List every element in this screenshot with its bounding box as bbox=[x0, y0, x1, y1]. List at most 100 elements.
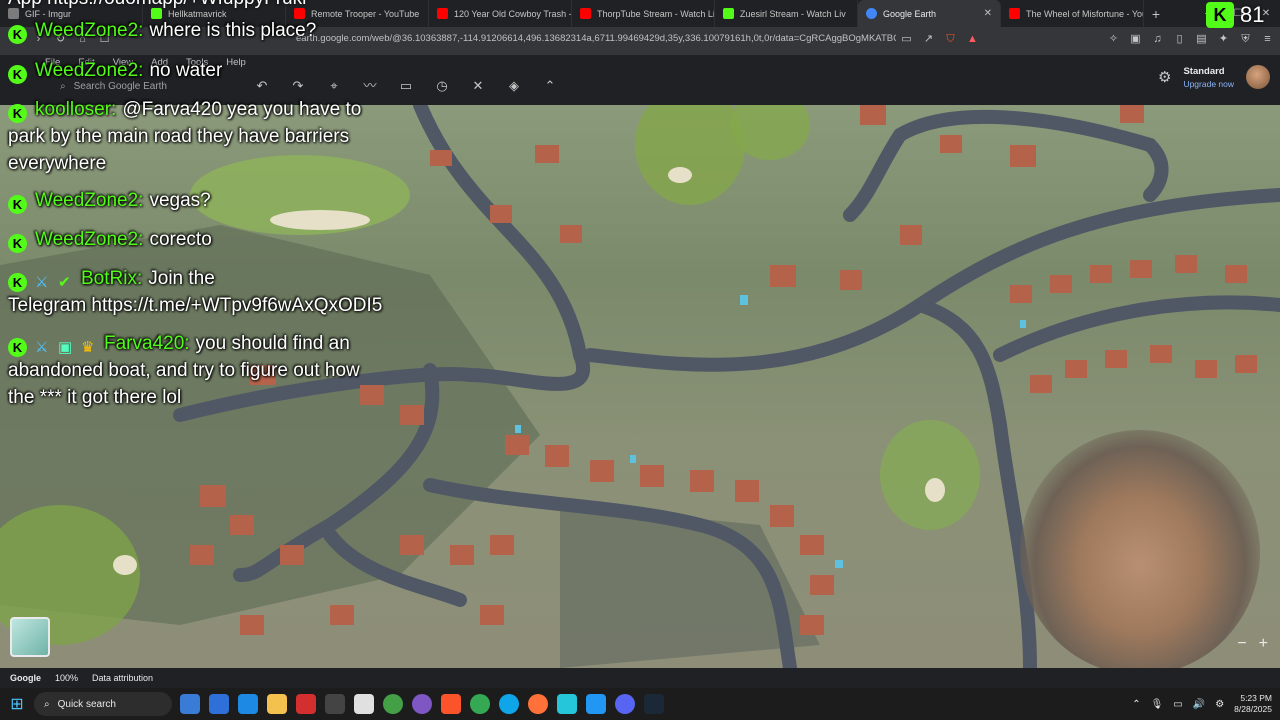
settings-icon[interactable]: ⚙ bbox=[1215, 699, 1224, 710]
tab-label: Google Earth bbox=[883, 8, 937, 19]
measure-icon[interactable]: ▭ bbox=[394, 75, 418, 97]
vpn-icon[interactable]: ⛨ bbox=[1239, 33, 1252, 46]
google-earth-favicon-icon bbox=[866, 8, 877, 19]
brave-shield-icon[interactable]: ⛉ bbox=[944, 33, 957, 46]
tab-favicon-icon bbox=[1009, 8, 1020, 19]
file-explorer-icon[interactable] bbox=[267, 694, 287, 714]
chat-message: Kkoolloser: @Farva420 yea you have to par… bbox=[8, 96, 361, 177]
zoom-in-button[interactable]: + bbox=[1259, 635, 1268, 653]
app-icon[interactable] bbox=[383, 694, 403, 714]
tools-icon[interactable]: ✕ bbox=[466, 75, 490, 97]
chat-text: Join the bbox=[148, 268, 215, 289]
plan-label: Standard bbox=[1183, 65, 1225, 77]
cast-icon[interactable]: ▭ bbox=[900, 33, 913, 46]
tab-favicon-icon bbox=[437, 8, 448, 19]
leo-icon[interactable]: ✦ bbox=[1217, 33, 1230, 46]
edge-icon[interactable] bbox=[499, 694, 519, 714]
tab-label: Zuesirl Stream - Watch Liv bbox=[740, 8, 846, 19]
app-icon[interactable] bbox=[557, 694, 577, 714]
brave-rewards-icon[interactable]: ▲ bbox=[966, 33, 979, 46]
windows-start-icon[interactable]: ⊞ bbox=[2, 694, 32, 714]
crown-badge-icon: ♛ bbox=[81, 339, 95, 356]
data-attribution-link[interactable]: Data attribution bbox=[92, 673, 153, 683]
upgrade-link[interactable]: Upgrade now bbox=[1183, 79, 1234, 89]
chat-text-cont: park by the main road they have barriers bbox=[8, 126, 350, 147]
close-tab-icon[interactable]: ✕ bbox=[984, 8, 992, 19]
tab-cowboy-trash[interactable]: 120 Year Old Cowboy Trash - Y bbox=[429, 0, 572, 27]
clock[interactable]: 5:23 PM 8/28/2025 bbox=[1234, 693, 1272, 715]
redo-icon[interactable]: ↷ bbox=[286, 75, 310, 97]
avatar[interactable] bbox=[1246, 65, 1270, 89]
chat-text-cont: abandoned boat, and try to figure out ho… bbox=[8, 360, 360, 381]
wallet-icon[interactable]: ▤ bbox=[1195, 33, 1208, 46]
kick-badge-icon: K bbox=[8, 104, 27, 123]
tab-favicon-icon bbox=[723, 8, 734, 19]
menu-help[interactable]: Help bbox=[226, 57, 246, 68]
zoom-out-button[interactable]: − bbox=[1237, 635, 1246, 653]
zoom-level: 100% bbox=[55, 673, 79, 683]
history-icon[interactable]: ◷ bbox=[430, 75, 454, 97]
sword-badge-icon: ⚔ bbox=[35, 274, 49, 291]
tab-zuesirl[interactable]: Zuesirl Stream - Watch Liv bbox=[715, 0, 858, 27]
kick-badge-icon: K bbox=[8, 338, 27, 357]
tab-label: ThorpTube Stream - Watch Liv bbox=[597, 8, 715, 19]
layers-icon[interactable]: ◈ bbox=[502, 75, 526, 97]
brave-icon[interactable] bbox=[441, 694, 461, 714]
undo-icon[interactable]: ↶ bbox=[250, 75, 274, 97]
google-logo: Google bbox=[10, 673, 41, 683]
tab-label: Remote Trooper - YouTube bbox=[311, 8, 420, 19]
clock-date: 8/28/2025 bbox=[1234, 704, 1272, 714]
taskbar-search-label: Quick search bbox=[57, 698, 116, 710]
tab-favicon-icon bbox=[580, 8, 591, 19]
chat-text-cont: Telegram https://t.me/+WTpv9f6wAxQxODI5 bbox=[8, 295, 383, 316]
firefox-icon[interactable] bbox=[528, 694, 548, 714]
app-icon[interactable] bbox=[296, 694, 316, 714]
screenshot-icon[interactable]: ▣ bbox=[1129, 33, 1142, 46]
placemark-icon[interactable]: ⌖ bbox=[322, 75, 346, 97]
app-icon[interactable] bbox=[180, 694, 200, 714]
tab-thorptube[interactable]: ThorpTube Stream - Watch Liv bbox=[572, 0, 715, 27]
clock-time: 5:23 PM bbox=[1240, 693, 1272, 703]
chrome-icon[interactable] bbox=[470, 694, 490, 714]
viewer-count: K 81 bbox=[1206, 2, 1264, 28]
chat-text: no water bbox=[149, 60, 223, 81]
tab-google-earth[interactable]: Google Earth ✕ bbox=[858, 0, 1001, 27]
system-tray: ⌃ 🎙 ▭ 🔊 ⚙ 5:23 PM 8/28/2025 bbox=[1132, 688, 1272, 720]
app-icon[interactable] bbox=[354, 694, 374, 714]
app-icon[interactable] bbox=[412, 694, 432, 714]
chat-text: where is this place? bbox=[149, 20, 317, 41]
kick-badge-icon: K bbox=[8, 25, 27, 44]
gear-icon[interactable]: ⚙ bbox=[1158, 68, 1171, 86]
display-icon[interactable]: ▭ bbox=[1173, 699, 1182, 710]
extension-icon[interactable]: ✧ bbox=[1107, 33, 1120, 46]
discord-icon[interactable] bbox=[615, 694, 635, 714]
zoom-controls: − + bbox=[1237, 635, 1268, 653]
new-tab-button[interactable]: + bbox=[1144, 6, 1168, 22]
media-icon[interactable]: ♫ bbox=[1151, 33, 1164, 46]
chat-message: K WeedZone2: vegas? bbox=[8, 187, 211, 214]
account-area: ⚙ Standard Upgrade now bbox=[1158, 65, 1270, 89]
kick-badge-icon: K bbox=[8, 273, 27, 292]
chevron-up-icon[interactable]: ⌃ bbox=[1132, 699, 1140, 710]
app-icon[interactable] bbox=[325, 694, 345, 714]
collapse-icon[interactable]: ⌃ bbox=[538, 75, 562, 97]
sidebar-icon[interactable]: ▯ bbox=[1173, 33, 1186, 46]
vscode-icon[interactable] bbox=[586, 694, 606, 714]
chat-username: WeedZone2: bbox=[35, 20, 144, 41]
taskbar-apps bbox=[180, 694, 664, 714]
tab-wheel-of-misfortune[interactable]: The Wheel of Misfortune - You bbox=[1001, 0, 1144, 27]
chat-cut-line: App https://ouomapp/+WfuppyFrukr bbox=[8, 0, 308, 10]
webcam-overlay bbox=[1020, 430, 1260, 668]
app-icon[interactable] bbox=[238, 694, 258, 714]
app-icon[interactable] bbox=[209, 694, 229, 714]
volume-icon[interactable]: 🔊 bbox=[1193, 699, 1205, 710]
path-icon[interactable]: 〰 bbox=[358, 75, 382, 97]
taskbar-search[interactable]: ⌕ Quick search bbox=[34, 692, 172, 716]
steam-icon[interactable] bbox=[644, 694, 664, 714]
menu-icon[interactable]: ≡ bbox=[1261, 33, 1274, 46]
mic-icon[interactable]: 🎙 bbox=[1151, 699, 1164, 710]
url-field[interactable]: earth.google.com/web/@36.10363887,-114.9… bbox=[296, 33, 896, 49]
map-style-button[interactable] bbox=[10, 617, 50, 657]
chat-username: WeedZone2: bbox=[35, 190, 144, 211]
share-icon[interactable]: ↗ bbox=[922, 33, 935, 46]
